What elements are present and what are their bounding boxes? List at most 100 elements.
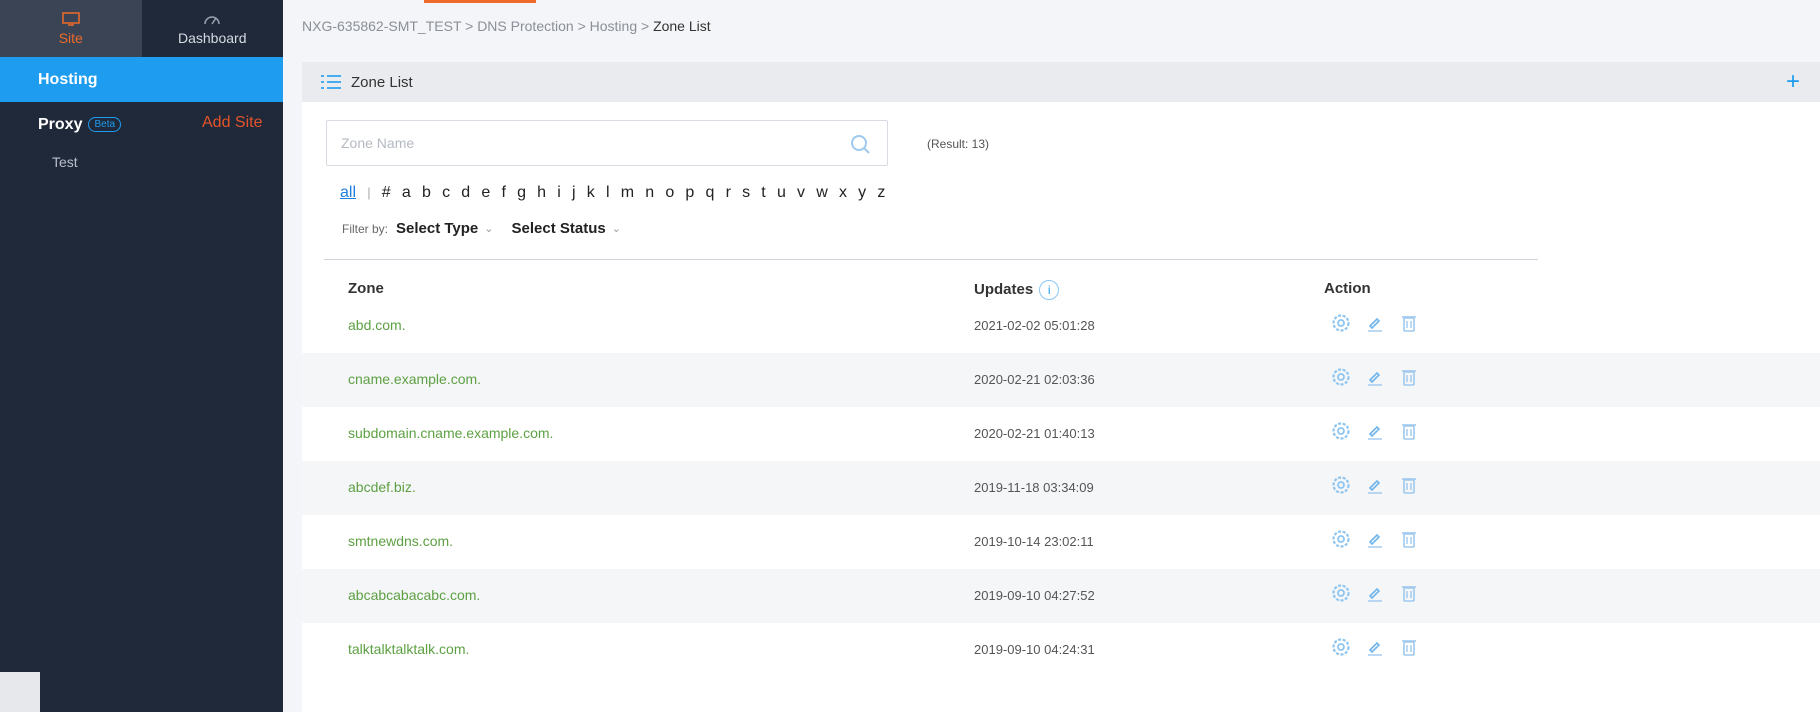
alpha-filter-all[interactable]: all: [340, 184, 356, 202]
alpha-filter-letter[interactable]: w: [816, 184, 828, 202]
alpha-filter-letter[interactable]: z: [877, 184, 885, 202]
add-site-link[interactable]: Add Site: [202, 114, 262, 132]
table-row: abcabcabacabc.com. 2019-09-10 04:27:52: [302, 569, 1820, 623]
zone-name-link[interactable]: abd.com.: [348, 317, 406, 333]
gear-icon[interactable]: [1330, 366, 1352, 388]
table-row: talktalktalktalk.com. 2019-09-10 04:24:31: [302, 623, 1820, 677]
tab-dashboard[interactable]: Dashboard: [141, 0, 283, 57]
alpha-filter-letter[interactable]: c: [442, 184, 450, 202]
alpha-filter-letter[interactable]: q: [706, 184, 715, 202]
row-actions: [1330, 312, 1420, 334]
trash-icon[interactable]: [1398, 312, 1420, 334]
result-count: (Result: 13): [927, 137, 990, 151]
filter-label: Filter by:: [342, 221, 389, 236]
info-icon[interactable]: i: [1039, 280, 1060, 300]
table-row: smtnewdns.com. 2019-10-14 23:02:11: [302, 515, 1820, 569]
sidebar-top-tabs: Site Dashboard: [0, 0, 283, 57]
column-header-zone[interactable]: Zone: [348, 280, 384, 297]
search-icon[interactable]: [849, 133, 871, 155]
alpha-filter-letter[interactable]: o: [665, 184, 674, 202]
gear-icon[interactable]: [1330, 636, 1352, 658]
edit-icon[interactable]: [1364, 474, 1386, 496]
alpha-filter-letter[interactable]: s: [742, 184, 750, 202]
edit-icon[interactable]: [1364, 420, 1386, 442]
edit-icon[interactable]: [1364, 528, 1386, 550]
table-row: abcdef.biz. 2019-11-18 03:34:09: [302, 461, 1820, 515]
trash-icon[interactable]: [1398, 420, 1420, 442]
alpha-filter-letter[interactable]: v: [797, 184, 805, 202]
alpha-filter-letter[interactable]: l: [606, 184, 610, 202]
alpha-filter-letter[interactable]: g: [517, 184, 526, 202]
alpha-filter-letter[interactable]: y: [858, 184, 866, 202]
zone-name-link[interactable]: cname.example.com.: [348, 371, 481, 387]
zone-updated-time: 2019-09-10 04:27:52: [974, 588, 1095, 603]
select-status-dropdown[interactable]: Select Status ⌄: [512, 220, 639, 237]
chevron-down-icon: ⌄: [484, 223, 494, 235]
gear-icon[interactable]: [1330, 528, 1352, 550]
alpha-filter-letter[interactable]: u: [777, 184, 786, 202]
edit-icon[interactable]: [1364, 366, 1386, 388]
alpha-filter-letter[interactable]: h: [537, 184, 546, 202]
zone-updated-time: 2021-02-02 05:01:28: [974, 318, 1095, 333]
alpha-filter-letter[interactable]: j: [572, 184, 576, 202]
select-type-dropdown[interactable]: Select Type ⌄: [396, 220, 511, 237]
edit-icon[interactable]: [1364, 312, 1386, 334]
gear-icon[interactable]: [1330, 582, 1352, 604]
trash-icon[interactable]: [1398, 528, 1420, 550]
sidebar-item-proxy[interactable]: Proxy Beta: [38, 116, 122, 134]
add-zone-button[interactable]: +: [1786, 68, 1800, 96]
select-status-label: Select Status: [511, 220, 606, 237]
column-header-updates: Updates i: [974, 280, 1060, 300]
column-header-action: Action: [1324, 280, 1371, 297]
zone-name-link[interactable]: subdomain.cname.example.com.: [348, 425, 553, 441]
alpha-filter-letter[interactable]: d: [461, 184, 470, 202]
panel-title: Zone List: [351, 73, 413, 91]
alpha-filter-letter[interactable]: t: [761, 184, 765, 202]
alpha-filter-letter[interactable]: m: [621, 184, 634, 202]
zone-name-link[interactable]: abcabcabacabc.com.: [348, 587, 480, 603]
monitor-icon: [62, 11, 80, 26]
corner-strip: [0, 672, 40, 712]
beta-badge: Beta: [88, 117, 122, 133]
alphabet-filter: all | # a b c d e f g h i j k l m n o p q r s t u v w x y z: [340, 184, 897, 202]
search-input[interactable]: [327, 121, 817, 165]
gear-icon[interactable]: [1330, 420, 1352, 442]
sidebar-item-hosting[interactable]: Hosting: [0, 57, 283, 102]
alpha-filter-letter[interactable]: i: [557, 184, 561, 202]
trash-icon[interactable]: [1398, 636, 1420, 658]
alpha-filter-letter[interactable]: b: [422, 184, 431, 202]
table-row: cname.example.com. 2020-02-21 02:03:36: [302, 353, 1820, 407]
zone-name-link[interactable]: smtnewdns.com.: [348, 533, 453, 549]
alpha-filter-letter[interactable]: r: [726, 184, 731, 202]
trash-icon[interactable]: [1398, 582, 1420, 604]
alpha-filter-letter[interactable]: k: [587, 184, 595, 202]
alpha-filter-letter[interactable]: e: [481, 184, 490, 202]
tab-site[interactable]: Site: [0, 0, 142, 57]
gear-icon[interactable]: [1330, 474, 1352, 496]
top-accent-bar: [424, 0, 536, 3]
zone-name-link[interactable]: abcdef.biz.: [348, 479, 416, 495]
zone-name-link[interactable]: talktalktalktalk.com.: [348, 641, 469, 657]
filter-bar: Filter by: Select Type ⌄ Select Status ⌄: [342, 220, 639, 237]
row-actions: [1330, 528, 1420, 550]
gear-icon[interactable]: [1330, 312, 1352, 334]
row-actions: [1330, 420, 1420, 442]
breadcrumb-path[interactable]: NXG-635862-SMT_TEST > DNS Protection > H…: [302, 18, 653, 34]
alpha-filter-letter[interactable]: a: [402, 184, 411, 202]
edit-icon[interactable]: [1364, 636, 1386, 658]
table-row: abd.com. 2021-02-02 05:01:28: [302, 299, 1820, 353]
alpha-filter-letter[interactable]: p: [685, 184, 694, 202]
edit-icon[interactable]: [1364, 582, 1386, 604]
sidebar-proxy-row: Proxy Beta Add Site: [0, 102, 283, 148]
alpha-filter-letter[interactable]: #: [382, 184, 391, 202]
search-box: [326, 120, 888, 166]
alpha-filter-letter[interactable]: x: [839, 184, 847, 202]
row-actions: [1330, 474, 1420, 496]
zone-updated-time: 2019-09-10 04:24:31: [974, 642, 1095, 657]
sidebar-item-test[interactable]: Test: [0, 148, 283, 176]
alpha-filter-letter[interactable]: n: [645, 184, 654, 202]
trash-icon[interactable]: [1398, 474, 1420, 496]
alpha-filter-letter[interactable]: f: [501, 184, 505, 202]
trash-icon[interactable]: [1398, 366, 1420, 388]
column-header-updates-label[interactable]: Updates: [974, 281, 1033, 298]
